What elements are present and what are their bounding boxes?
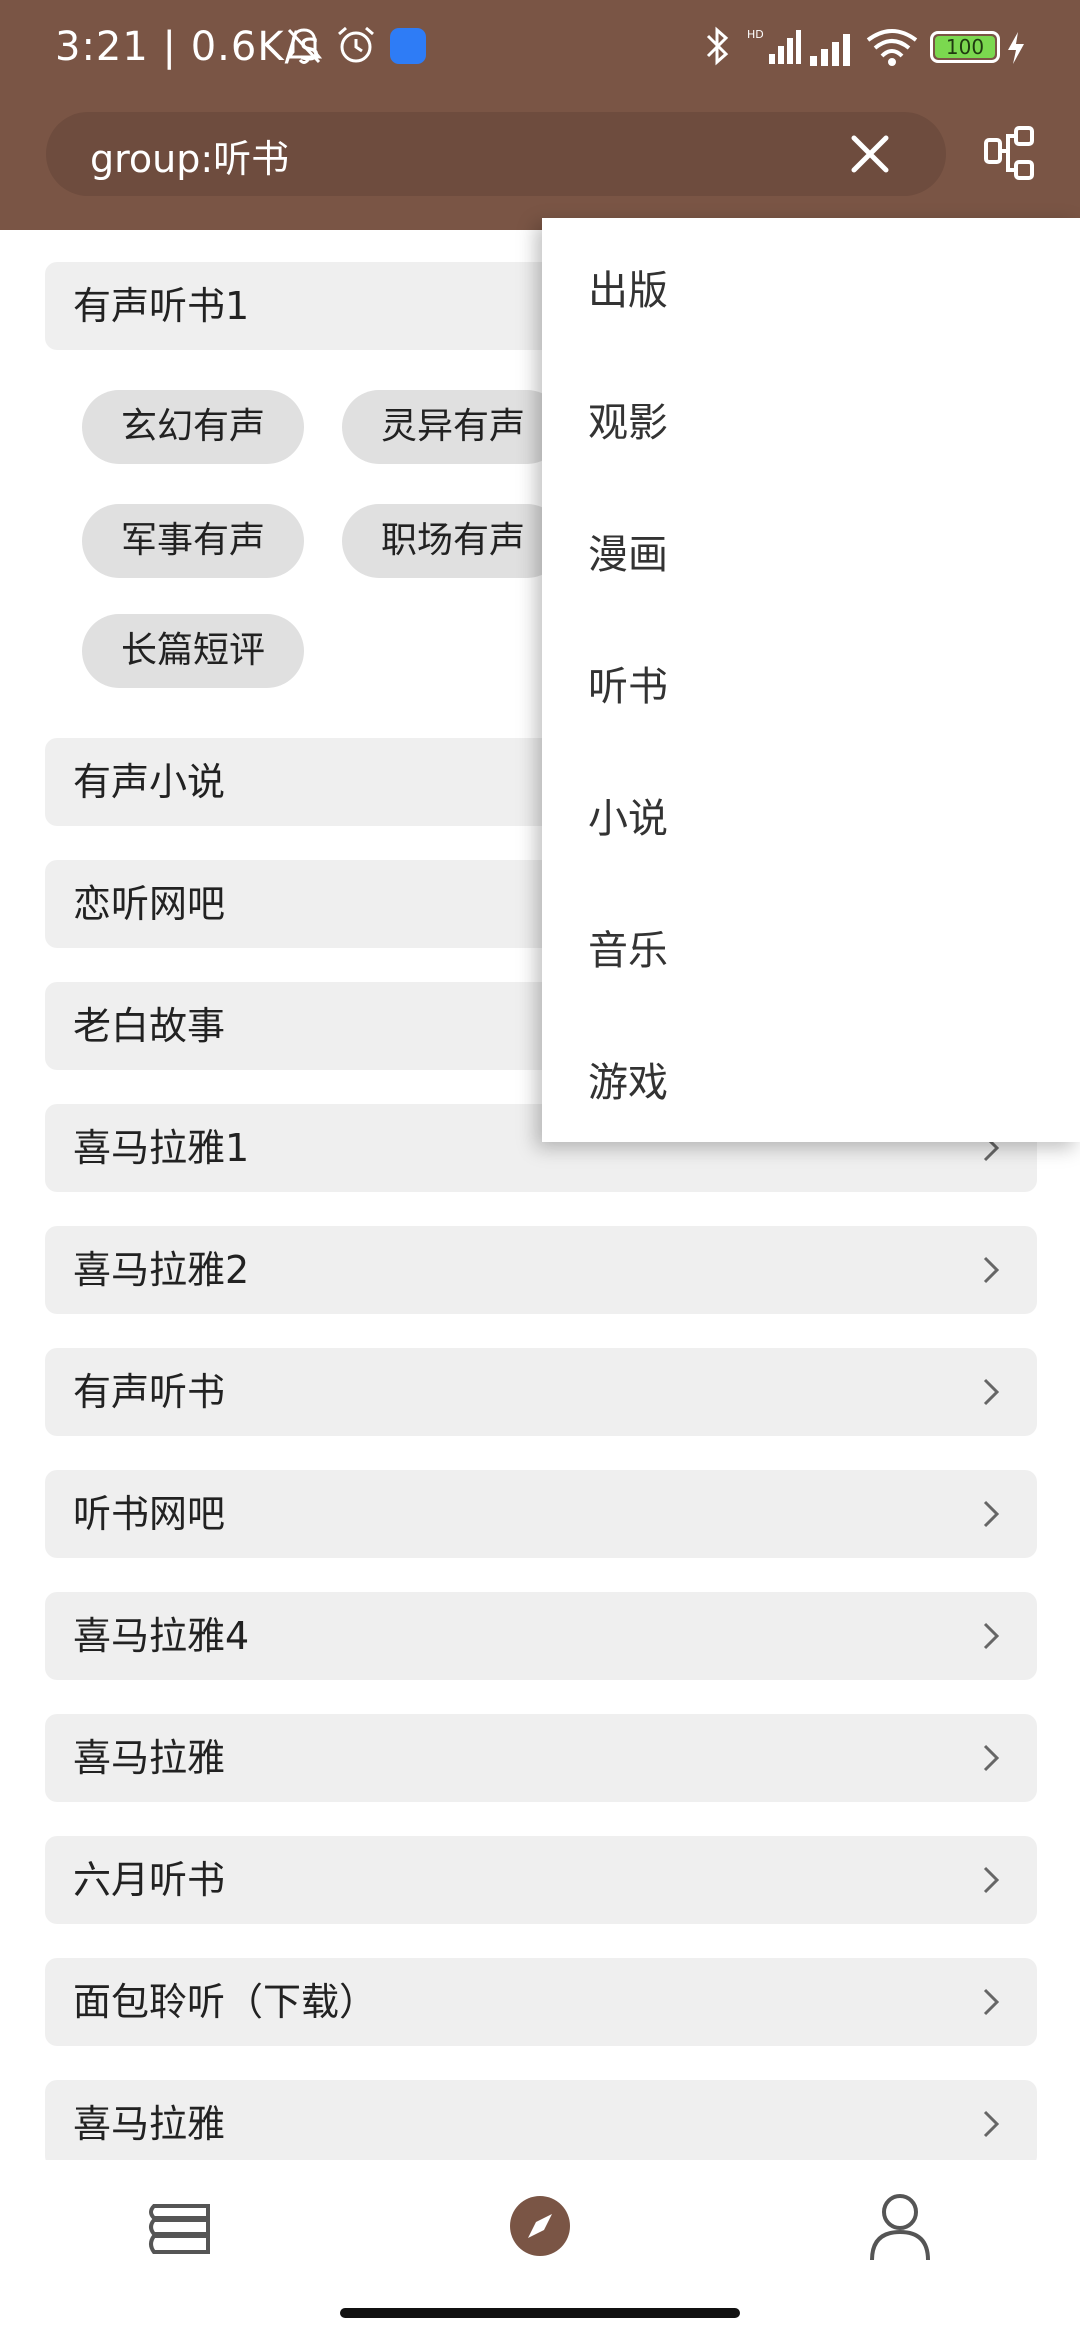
chip[interactable]: 军事有声	[82, 504, 304, 578]
menu-item[interactable]: 听书	[588, 654, 668, 712]
list-item-label: 老白故事	[73, 1004, 226, 1048]
list-item[interactable]: 面包聆听（下载）	[45, 1958, 1037, 2046]
chip[interactable]: 长篇短评	[82, 614, 304, 688]
profile-icon[interactable]	[868, 2192, 932, 2262]
list-item[interactable]: 喜马拉雅	[45, 2080, 1037, 2160]
list-item-label: 听书网吧	[73, 1492, 226, 1536]
list-item-label: 喜马拉雅2	[73, 1248, 250, 1292]
status-bar: 3:21 | 0.6K/s HD 100	[0, 0, 1080, 96]
list-item-label: 喜马拉雅4	[73, 1614, 250, 1658]
chevron-right-icon	[983, 1378, 1000, 1406]
chevron-right-icon	[983, 1500, 1000, 1528]
bell-muted-icon	[285, 28, 323, 64]
list-item[interactable]: 喜马拉雅2	[45, 1226, 1037, 1314]
chevron-right-icon	[983, 1622, 1000, 1650]
group-filter-icon[interactable]	[982, 124, 1042, 184]
chevron-right-icon	[983, 1256, 1000, 1284]
search-input[interactable]	[88, 112, 852, 198]
list-item-label: 六月听书	[73, 1858, 226, 1902]
list-item-label: 恋听网吧	[73, 882, 226, 926]
chevron-right-icon	[983, 1744, 1000, 1772]
list-item-label: 喜马拉雅	[73, 2102, 226, 2146]
list-item-label: 喜马拉雅	[73, 1736, 226, 1780]
top-app-bar: 3:21 | 0.6K/s HD 100 group:听书	[0, 0, 1080, 230]
list-item-label: 有声小说	[73, 760, 226, 804]
chevron-right-icon	[983, 1988, 1000, 2016]
app-badge-icon	[390, 28, 426, 64]
menu-item[interactable]: 游戏	[588, 1050, 668, 1108]
alarm-icon	[338, 26, 374, 63]
list-item-label: 有声听书	[73, 1370, 226, 1414]
menu-item[interactable]: 音乐	[588, 918, 668, 976]
battery-level: 100	[935, 36, 995, 58]
charging-icon	[1008, 32, 1024, 64]
search-bar[interactable]	[46, 112, 946, 198]
list-item[interactable]: 听书网吧	[45, 1470, 1037, 1558]
menu-item[interactable]: 出版	[588, 258, 668, 316]
list-item[interactable]: 有声听书	[45, 1348, 1037, 1436]
group-popup-menu: 出版 观影 漫画 听书 小说 音乐 游戏	[542, 218, 1080, 1142]
hd-signal-icon: HD	[747, 28, 801, 64]
list-item[interactable]: 喜马拉雅4	[45, 1592, 1037, 1680]
list-item[interactable]: 六月听书	[45, 1836, 1037, 1924]
close-icon[interactable]	[846, 130, 894, 178]
status-time: 3:21 | 0.6K/s	[55, 24, 321, 70]
discover-compass-icon[interactable]	[508, 2194, 572, 2258]
bottom-navigation	[0, 2160, 1080, 2340]
wifi-icon	[866, 29, 918, 66]
menu-item[interactable]: 观影	[588, 390, 668, 448]
home-indicator[interactable]	[340, 2308, 740, 2318]
menu-item[interactable]: 漫画	[588, 522, 668, 580]
bluetooth-icon	[706, 26, 729, 66]
bookshelf-icon[interactable]	[148, 2196, 214, 2262]
chip[interactable]: 灵异有声	[342, 390, 564, 464]
signal-icon	[810, 34, 850, 66]
chip[interactable]: 职场有声	[342, 504, 564, 578]
group-title: 有声听书1	[73, 284, 250, 328]
menu-item[interactable]: 小说	[588, 786, 668, 844]
chevron-right-icon	[983, 1866, 1000, 1894]
list-item-label: 喜马拉雅1	[73, 1126, 250, 1170]
list-item-label: 面包聆听（下载）	[73, 1980, 378, 2024]
chip[interactable]: 玄幻有声	[82, 390, 304, 464]
chevron-right-icon	[983, 2110, 1000, 2138]
list-item[interactable]: 喜马拉雅	[45, 1714, 1037, 1802]
battery-icon: 100	[930, 31, 1000, 63]
svg-text:HD: HD	[747, 28, 764, 41]
